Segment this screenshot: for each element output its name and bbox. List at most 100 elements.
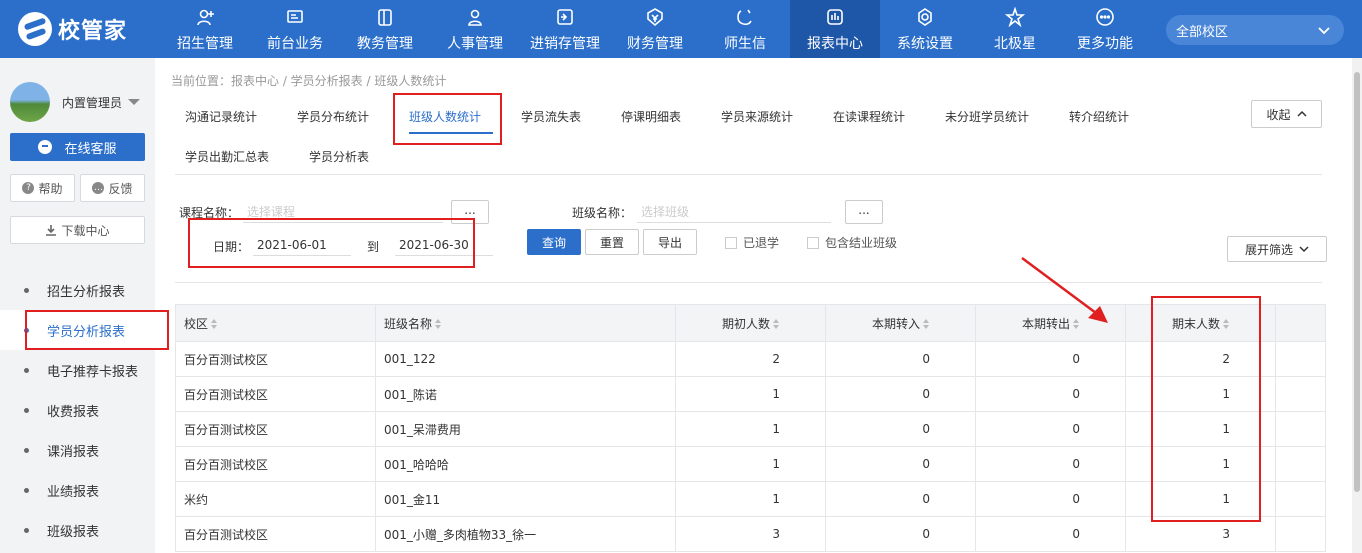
sidebar-item-4[interactable]: 课消报表 xyxy=(0,430,155,470)
date-from-input[interactable]: 2021-06-01 xyxy=(253,234,351,256)
tab-6[interactable]: 在读课程统计 xyxy=(833,108,905,125)
table-row[interactable]: 百分百测试校区 001_陈诺 1 0 0 1 xyxy=(175,376,1326,412)
tab-10[interactable]: 学员分析表 xyxy=(309,148,369,165)
table-cell: 1 xyxy=(1125,446,1276,482)
download-center-button[interactable]: 下载中心 xyxy=(10,216,145,244)
column-header-5[interactable]: 期末人数 xyxy=(1125,304,1276,342)
sidebar-item-6[interactable]: 班级报表 xyxy=(0,510,155,550)
nav-item-label: 北极星 xyxy=(994,36,1036,52)
tab-7[interactable]: 未分班学员统计 xyxy=(945,108,1029,125)
nav-item-5[interactable]: 财务管理 xyxy=(610,0,700,58)
table-row[interactable]: 百分百测试校区 001_小赠_多肉植物33_徐一 3 0 0 3 xyxy=(175,516,1326,552)
graduated-checkbox[interactable]: 包含结业班级 xyxy=(807,234,897,251)
nav-item-1[interactable]: 前台业务 xyxy=(250,0,340,58)
sort-icon[interactable] xyxy=(1223,319,1230,329)
sort-icon[interactable] xyxy=(923,319,930,329)
collapse-button[interactable]: 收起 xyxy=(1251,100,1322,128)
nav-item-7[interactable]: 报表中心 xyxy=(790,0,880,58)
tab-3[interactable]: 学员流失表 xyxy=(521,108,581,125)
bullet-icon xyxy=(24,327,29,333)
class-input[interactable]: 选择班级 xyxy=(637,201,831,223)
checkbox-box xyxy=(725,236,737,249)
tab-9[interactable]: 学员出勤汇总表 xyxy=(185,148,269,165)
sort-icon[interactable] xyxy=(773,319,780,329)
campus-select-value: 全部校区 xyxy=(1176,24,1229,40)
column-header-2[interactable]: 期初人数 xyxy=(675,304,826,342)
withdrawn-checkbox[interactable]: 已退学 xyxy=(725,234,779,251)
feedback-button[interactable]: … 反馈 xyxy=(80,174,145,202)
download-icon xyxy=(46,225,57,236)
table-row[interactable]: 百分百测试校区 001_哈哈哈 1 0 0 1 xyxy=(175,446,1326,482)
table-cell-spacer xyxy=(1275,376,1326,412)
nav-item-10[interactable]: 更多功能 xyxy=(1060,0,1150,58)
table-row[interactable]: 米约 001_金11 1 0 0 1 xyxy=(175,481,1326,517)
star-icon xyxy=(1005,6,1025,28)
column-header-3[interactable]: 本期转入 xyxy=(825,304,976,342)
tab-8[interactable]: 转介绍统计 xyxy=(1069,108,1129,125)
online-service-button[interactable]: 在线客服 xyxy=(10,133,145,161)
sidebar-item-3[interactable]: 收费报表 xyxy=(0,390,155,430)
active-tab-underline xyxy=(409,132,493,134)
course-input[interactable]: 选择课程 xyxy=(243,201,443,223)
scrollbar-thumb[interactable] xyxy=(1354,72,1360,492)
tab-4[interactable]: 停课明细表 xyxy=(621,108,681,125)
question-icon: ? xyxy=(22,182,35,194)
help-button[interactable]: ? 帮助 xyxy=(10,174,75,202)
user-profile[interactable]: 内置管理员 xyxy=(10,82,141,122)
nav-item-label: 教务管理 xyxy=(357,36,413,52)
reset-button[interactable]: 重置 xyxy=(585,229,639,255)
export-button[interactable]: 导出 xyxy=(643,229,697,255)
class-label: 班级名称： xyxy=(572,206,633,220)
course-picker-button[interactable]: ... xyxy=(451,200,489,224)
expand-filter-button[interactable]: 展开筛选 xyxy=(1227,236,1327,262)
sidebar-item-label: 收费报表 xyxy=(47,404,100,420)
nav-item-6[interactable]: 师生信 xyxy=(700,0,790,58)
logo[interactable]: 校管家 xyxy=(18,12,127,46)
tab-2[interactable]: 班级人数统计 xyxy=(409,108,481,125)
user-plus-icon xyxy=(195,6,215,28)
nav-item-label: 人事管理 xyxy=(447,36,503,52)
table-row[interactable]: 百分百测试校区 001_呆滞费用 1 0 0 1 xyxy=(175,411,1326,447)
nav-item-8[interactable]: 系统设置 xyxy=(880,0,970,58)
book-icon xyxy=(375,6,395,28)
column-header-0[interactable]: 校区 xyxy=(175,304,376,342)
tab-0[interactable]: 沟通记录统计 xyxy=(185,108,257,125)
monitor-icon xyxy=(285,6,305,28)
sort-icon[interactable] xyxy=(435,319,442,329)
table-cell: 3 xyxy=(1125,516,1276,552)
nav-item-label: 财务管理 xyxy=(627,36,683,52)
date-to-input[interactable]: 2021-06-30 xyxy=(395,234,493,256)
nav-item-4[interactable]: 进销存管理 xyxy=(520,0,610,58)
nav-item-0[interactable]: 招生管理 xyxy=(160,0,250,58)
date-to-label: 到 xyxy=(367,240,380,254)
table-cell: 百分百测试校区 xyxy=(175,376,376,412)
nav-item-label: 报表中心 xyxy=(807,36,863,52)
withdrawn-label: 已退学 xyxy=(743,236,780,250)
download-center-label: 下载中心 xyxy=(61,223,110,238)
nav-item-label: 系统设置 xyxy=(897,36,953,52)
sidebar-item-1[interactable]: 学员分析报表 xyxy=(0,310,155,350)
logo-text: 校管家 xyxy=(58,19,128,44)
sort-icon[interactable] xyxy=(211,319,218,329)
sidebar-item-0[interactable]: 招生分析报表 xyxy=(0,270,155,310)
nav-item-label: 师生信 xyxy=(724,36,766,52)
bullet-icon xyxy=(24,367,29,373)
query-button[interactable]: 查询 xyxy=(527,229,581,255)
table-row[interactable]: 百分百测试校区 001_122 2 0 0 2 xyxy=(175,341,1326,377)
column-header-1[interactable]: 班级名称 xyxy=(375,304,676,342)
sidebar-item-5[interactable]: 业绩报表 xyxy=(0,470,155,510)
nav-item-2[interactable]: 教务管理 xyxy=(340,0,430,58)
vertical-scrollbar[interactable] xyxy=(1352,58,1362,553)
class-picker-button[interactable]: ... xyxy=(845,200,883,224)
tab-5[interactable]: 学员来源统计 xyxy=(721,108,793,125)
sidebar-menu: 招生分析报表 学员分析报表电子推荐卡报表 收费报表课消报表 业绩报表 班级报表 xyxy=(0,270,155,550)
sidebar-item-2[interactable]: 电子推荐卡报表 xyxy=(0,350,155,390)
nav-item-9[interactable]: 北极星 xyxy=(970,0,1060,58)
nav-item-3[interactable]: 人事管理 xyxy=(430,0,520,58)
table-cell: 001_哈哈哈 xyxy=(375,446,676,482)
nav-item-label: 招生管理 xyxy=(177,36,233,52)
table-cell: 0 xyxy=(975,341,1126,377)
tab-1[interactable]: 学员分布统计 xyxy=(297,108,369,125)
campus-select[interactable]: 全部校区 xyxy=(1166,15,1344,45)
sidebar-item-label: 电子推荐卡报表 xyxy=(47,364,139,380)
